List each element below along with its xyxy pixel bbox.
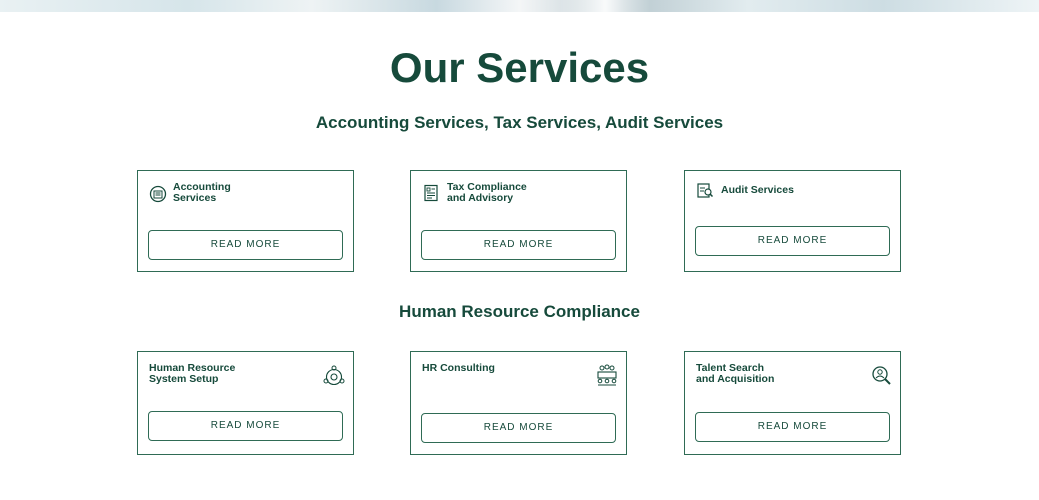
- service-card-talent: Talent Search and Acquisition READ MORE: [684, 351, 901, 455]
- accounting-icon: [148, 184, 168, 204]
- card-title: HR Consulting: [422, 362, 495, 374]
- audit-magnifier-icon: [695, 180, 715, 200]
- card-title: Talent Search and Acquisition: [696, 362, 775, 385]
- read-more-button[interactable]: READ MORE: [695, 412, 890, 442]
- service-card-hr-consulting: HR Consulting READ MORE: [410, 351, 627, 455]
- section-subtitle-accounting: Accounting Services, Tax Services, Audit…: [315, 113, 724, 132]
- service-card-hr-system: Human Resource System Setup READ MORE: [137, 351, 354, 455]
- read-more-button[interactable]: READ MORE: [421, 413, 616, 443]
- section-subtitle-hr: Human Resource Compliance: [399, 302, 640, 321]
- service-card-tax: Tax Compliance and Advisory READ MORE: [410, 170, 627, 272]
- card-title: Audit Services: [721, 184, 794, 196]
- read-more-button[interactable]: READ MORE: [421, 230, 616, 260]
- talent-search-icon: [869, 363, 893, 387]
- hr-system-gear-icon: [322, 364, 346, 388]
- card-title: Accounting Services: [173, 181, 231, 204]
- page-title: Our Services: [389, 44, 650, 91]
- consulting-meeting-icon: [595, 363, 619, 387]
- read-more-button[interactable]: READ MORE: [148, 230, 343, 260]
- service-card-audit: Audit Services READ MORE: [684, 170, 901, 272]
- tax-document-icon: [421, 183, 441, 203]
- read-more-button[interactable]: READ MORE: [148, 411, 343, 441]
- card-title: Tax Compliance and Advisory: [447, 181, 527, 204]
- card-title: Human Resource System Setup: [149, 362, 236, 385]
- service-card-accounting: Accounting Services READ MORE: [137, 170, 354, 272]
- read-more-button[interactable]: READ MORE: [695, 226, 890, 256]
- hero-banner-strip: [0, 0, 1039, 12]
